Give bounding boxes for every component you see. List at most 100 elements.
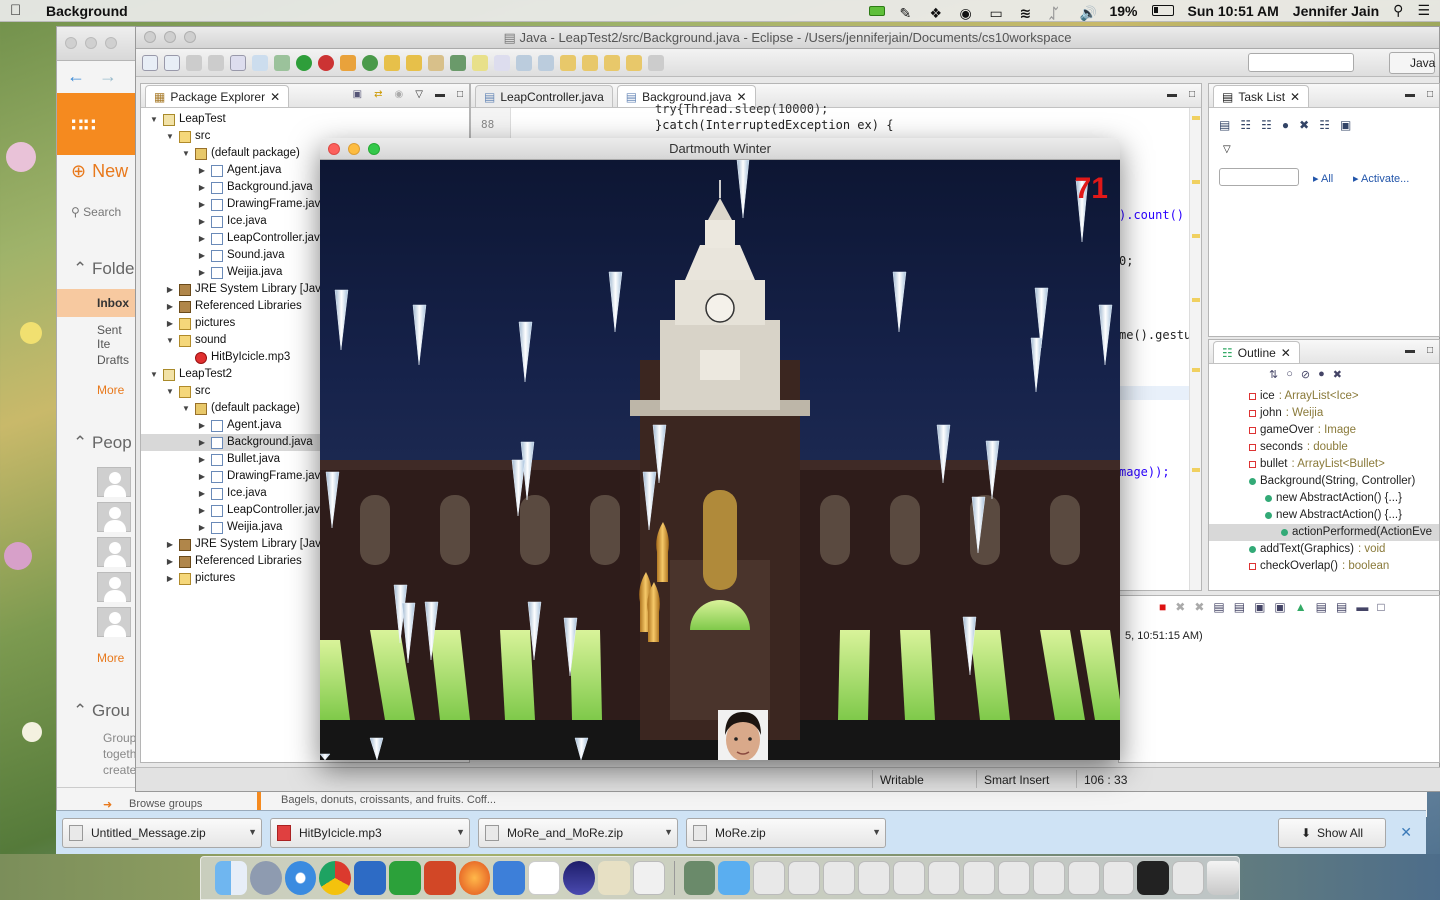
tree-item[interactable]: ▶ Background.java [197, 179, 313, 196]
scheduled-icon[interactable]: ☷ [1261, 118, 1272, 132]
tab-task-list[interactable]: ▤ Task List ✕ [1213, 85, 1310, 107]
show-on-output-icon[interactable]: ▣ [1254, 600, 1265, 614]
expanded-triangle-icon[interactable]: ▼ [181, 400, 191, 417]
powerpoint-icon[interactable] [423, 861, 456, 895]
paragraph-icon[interactable] [538, 54, 554, 71]
tree-item[interactable]: ▶ LeapController.java [197, 502, 326, 519]
tab-outline[interactable]: ☷ Outline ✕ [1213, 341, 1300, 363]
collapsed-triangle-icon[interactable]: ▶ [197, 247, 207, 264]
skip-breakpoints-icon[interactable] [252, 54, 268, 71]
tree-item[interactable]: ▼ (default package) [181, 145, 300, 162]
show-on-error-icon[interactable]: ▣ [1274, 600, 1285, 614]
collapsed-triangle-icon[interactable]: ▶ [165, 536, 175, 553]
collapsed-triangle-icon[interactable]: ▶ [197, 162, 207, 179]
chrome-icon[interactable] [319, 861, 352, 895]
java-icon[interactable] [632, 861, 665, 895]
menubar-user[interactable]: Jennifer Jain [1293, 3, 1379, 19]
collapsed-triangle-icon[interactable]: ▶ [197, 417, 207, 434]
pin-console-icon[interactable]: ▲ [1295, 600, 1307, 614]
minimize-view-icon[interactable]: ▬ [1167, 89, 1177, 100]
collapsed-triangle-icon[interactable]: ▶ [197, 502, 207, 519]
safari-icon[interactable] [284, 861, 317, 895]
minimize-view-icon[interactable]: ▬ [435, 89, 445, 100]
download-item[interactable]: Untitled_Message.zip ▼ [62, 817, 262, 848]
focus-icon[interactable]: ◉ [395, 89, 404, 100]
expanded-triangle-icon[interactable]: ▼ [149, 111, 159, 128]
folder-inbox[interactable]: Inbox [57, 289, 137, 317]
expanded-triangle-icon[interactable]: ▼ [165, 332, 175, 349]
minimized-window-icon[interactable] [1172, 861, 1205, 895]
minimize-view-icon[interactable]: ▬ [1405, 345, 1415, 356]
firefox-icon[interactable] [458, 861, 491, 895]
back-arrow-icon[interactable]: ← [67, 66, 85, 87]
new-task-icon[interactable]: ▤ [1219, 118, 1230, 132]
close-icon[interactable]: ✕ [1400, 824, 1412, 841]
collapsed-triangle-icon[interactable]: ▶ [197, 213, 207, 230]
active-app-name[interactable]: Background [46, 3, 128, 19]
save-icon[interactable] [186, 54, 202, 71]
new-wizard-icon[interactable] [164, 54, 180, 71]
tree-item[interactable]: ▶ Referenced Libraries [165, 553, 302, 570]
people-heading[interactable]: ⌃ Peop [73, 433, 132, 453]
eclipse-minimize-button[interactable] [164, 31, 176, 43]
focus-workweek-icon[interactable]: ✖ [1299, 118, 1309, 132]
outline-item[interactable]: seconds : double [1249, 439, 1348, 456]
collapsed-triangle-icon[interactable]: ▶ [165, 570, 175, 587]
next-annotation-icon[interactable] [560, 54, 576, 71]
collapsed-triangle-icon[interactable]: ▶ [197, 519, 207, 536]
tree-item[interactable]: ▼ LeapTest2 [149, 366, 232, 383]
collapsed-triangle-icon[interactable]: ▶ [165, 298, 175, 315]
expanded-triangle-icon[interactable]: ▼ [149, 366, 159, 383]
spotlight-icon[interactable]: ⚲ [1393, 2, 1403, 19]
folders-more-link[interactable]: More [97, 383, 124, 397]
mail-zoom-button[interactable] [105, 37, 117, 49]
remove-launch-icon[interactable]: ✖ [1175, 600, 1185, 614]
external-tools-icon[interactable] [318, 54, 334, 71]
print-icon[interactable] [230, 54, 246, 71]
folder-icon[interactable] [718, 861, 751, 895]
volume-icon[interactable]: 🔊 [1079, 5, 1096, 21]
hide-local-types-icon[interactable]: ✖ [1333, 368, 1342, 381]
folder-sent[interactable]: Sent Ite [57, 323, 137, 351]
notification-center-icon[interactable]: ☰ [1417, 2, 1430, 19]
tree-item[interactable]: ▶ Ice.java [197, 485, 267, 502]
expanded-triangle-icon[interactable]: ▼ [165, 128, 175, 145]
download-item[interactable]: MoRe.zip ▼ [686, 817, 886, 848]
people-more-link[interactable]: More [97, 651, 124, 665]
collapsed-triangle-icon[interactable]: ▶ [165, 553, 175, 570]
last-edit-icon[interactable] [604, 54, 620, 71]
maximize-view-icon[interactable]: □ [457, 89, 463, 100]
block-selection-icon[interactable] [516, 54, 532, 71]
open-console-icon[interactable]: ▤ [1336, 600, 1347, 614]
terminal-window-icon[interactable] [1137, 861, 1170, 895]
folder-drafts[interactable]: Drafts [57, 353, 137, 367]
tree-item[interactable]: ▶ Weijia.java [197, 264, 282, 281]
search-toolbar-icon[interactable] [428, 54, 444, 71]
tree-item[interactable]: ▶ Agent.java [197, 162, 281, 179]
task-filter-input[interactable] [1219, 168, 1299, 186]
forward-icon[interactable] [648, 54, 664, 71]
wifi-icon[interactable]: ≋ [1019, 5, 1035, 21]
outline-item[interactable]: bullet : ArrayList<Bullet> [1249, 456, 1385, 473]
game-minimize-button[interactable] [348, 143, 360, 155]
back-icon[interactable] [626, 54, 642, 71]
collapsed-triangle-icon[interactable]: ▶ [197, 485, 207, 502]
word-icon[interactable] [354, 861, 386, 895]
photo-icon[interactable] [683, 861, 716, 895]
close-icon[interactable]: ✕ [1290, 90, 1300, 104]
app-launcher-icon[interactable]: ∷∷ [71, 115, 96, 136]
mail-close-button[interactable] [65, 37, 77, 49]
game-center-icon[interactable] [597, 861, 630, 895]
minimized-window-icon[interactable] [1067, 861, 1100, 895]
sync-tasks-icon[interactable]: ▣ [1340, 118, 1351, 132]
minimized-window-icon[interactable] [788, 861, 821, 895]
collapsed-triangle-icon[interactable]: ▶ [197, 196, 207, 213]
tree-item[interactable]: ▼ (default package) [181, 400, 300, 417]
minimized-window-icon[interactable] [823, 861, 855, 895]
tree-item[interactable]: ▶ Background.java [197, 434, 313, 451]
tree-item[interactable]: ▶ DrawingFrame.java [197, 468, 327, 485]
menubar-clock[interactable]: Sun 10:51 AM [1188, 3, 1279, 19]
eclipse-dock-icon[interactable] [563, 861, 595, 895]
terminate-icon[interactable]: ■ [1159, 600, 1166, 614]
show-all-downloads-button[interactable]: ⬇ Show All [1278, 817, 1386, 848]
